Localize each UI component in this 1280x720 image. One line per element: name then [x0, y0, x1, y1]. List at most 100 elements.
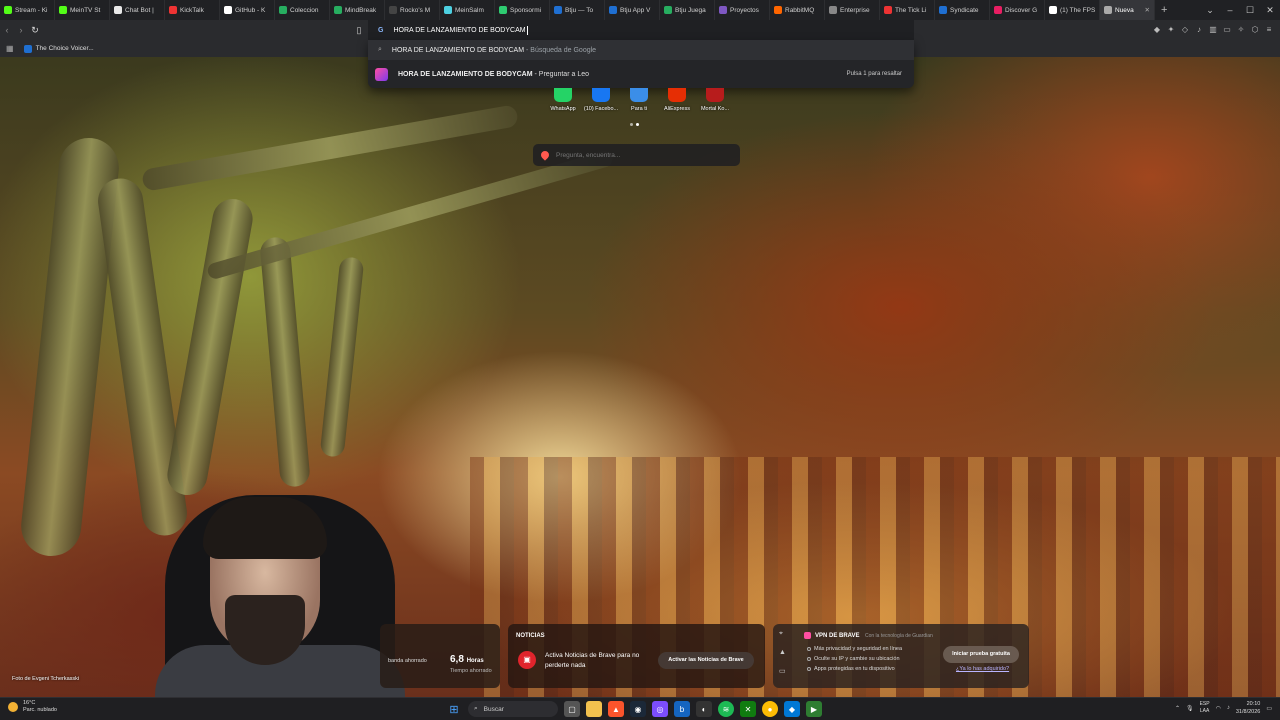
xbox-icon[interactable]: ✕ — [740, 701, 756, 717]
briefcase-icon[interactable]: ▭ — [779, 668, 787, 676]
tab-15[interactable]: Enterprise — [825, 0, 880, 20]
top-site-para-ti[interactable]: Para ti — [624, 88, 654, 112]
suggestion-hint: Pulsa 1 para resaltar — [846, 71, 902, 77]
tab-18[interactable]: Discover G — [990, 0, 1045, 20]
microphone-icon[interactable]: 🎙 — [1186, 705, 1194, 712]
tab-17[interactable]: Syndicate — [935, 0, 990, 20]
tab-12[interactable]: Btju Juega — [660, 0, 715, 20]
tab-favicon-icon — [59, 6, 67, 14]
tab-8[interactable]: MeinSalm — [440, 0, 495, 20]
obs-icon[interactable]: ◐ — [696, 701, 712, 717]
address-bar-text[interactable]: HORA DE LANZAMIENTO DE BODYCAM — [393, 27, 525, 34]
apps-grid-icon[interactable]: ▦ — [6, 44, 14, 53]
tab-favicon-icon — [664, 6, 672, 14]
webcam-overlay — [155, 485, 405, 720]
tab-5[interactable]: Coleccion — [275, 0, 330, 20]
warning-icon[interactable]: ▲ — [779, 649, 787, 657]
already-purchased-link[interactable]: ¿Ya lo has adquirido? — [956, 666, 1009, 672]
vscode-icon[interactable]: ◆ — [784, 701, 800, 717]
suggestion-query: HORA DE LANZAMIENTO DE BODYCAM — [398, 70, 533, 78]
maximize-icon[interactable]: ☐ — [1240, 5, 1260, 16]
vpn-icon[interactable]: ⬡ — [1250, 25, 1260, 35]
clock[interactable]: 20:10 31/8/2026 — [1236, 700, 1260, 716]
suggestion-google[interactable]: ⌕ HORA DE LANZAMIENTO DE BODYCAM - Búsqu… — [368, 40, 914, 60]
tab-4[interactable]: GitHub - K — [220, 0, 275, 20]
steam-icon[interactable]: ◉ — [630, 701, 646, 717]
tab-label: Coleccion — [290, 6, 319, 14]
minimize-icon[interactable]: – — [1220, 5, 1240, 15]
tab-favicon-icon — [939, 6, 947, 14]
play-icon[interactable]: ▶ — [806, 701, 822, 717]
top-sites: WhatsApp (10) Facebo... Para ti AliExpre… — [548, 88, 730, 112]
page-search-input[interactable] — [556, 151, 726, 159]
b-app-icon[interactable]: b — [674, 701, 690, 717]
taskbar-search[interactable]: ⌕ Buscar — [468, 701, 558, 717]
tab-20[interactable]: Nueva ✕ — [1100, 0, 1155, 20]
language-indicator[interactable]: ESP LAA — [1200, 701, 1210, 715]
suggestion-leo[interactable]: HORA DE LANZAMIENTO DE BODYCAM - Pregunt… — [368, 64, 914, 84]
activate-news-button[interactable]: Activar las Noticias de Brave — [658, 652, 754, 669]
tab-16[interactable]: The Tick Li — [880, 0, 935, 20]
vpn-bullet: Oculte su IP y cambie su ubicación — [814, 656, 900, 662]
sidebar-icon[interactable]: ▥ — [1208, 25, 1218, 35]
extension-icon[interactable]: ✦ — [1166, 25, 1176, 35]
page-dots[interactable] — [630, 123, 639, 126]
facebook-icon — [592, 88, 610, 102]
menu-icon[interactable]: ≡ — [1264, 25, 1274, 35]
tab-13[interactable]: Proyectos — [715, 0, 770, 20]
file-explorer-icon[interactable] — [586, 701, 602, 717]
top-site-facebook[interactable]: (10) Facebo... — [584, 88, 618, 112]
tab-close-icon[interactable]: ✕ — [1145, 6, 1150, 14]
tab-1[interactable]: MeinTV St — [55, 0, 110, 20]
wifi-icon[interactable]: ◠ — [1216, 705, 1221, 712]
bookmark-item[interactable]: The Choice Voicer... — [23, 44, 94, 53]
close-icon[interactable]: ✕ — [1260, 5, 1280, 16]
address-bar[interactable]: G HORA DE LANZAMIENTO DE BODYCAM — [368, 20, 914, 40]
weather-widget[interactable]: 16°C Parc. nublado — [8, 700, 57, 714]
music-icon[interactable]: ♪ — [1194, 25, 1204, 35]
tab-3[interactable]: KickTalk — [165, 0, 220, 20]
tab-14[interactable]: RabbitMQ — [770, 0, 825, 20]
search-icon: ⌕ — [474, 705, 478, 712]
photo-credit[interactable]: Foto de Evgeni Tcherkasski — [12, 676, 79, 682]
reload-icon[interactable]: ↻ — [28, 25, 42, 36]
wallet-icon[interactable]: ▭ — [1222, 25, 1232, 35]
tab-0[interactable]: Stream - Ki — [0, 0, 55, 20]
top-site-mortal-kombat[interactable]: Mortal Ko... — [700, 88, 730, 112]
bookmark-icon[interactable]: ▯ — [352, 25, 366, 36]
spotify-icon[interactable]: ≋ — [718, 701, 734, 717]
discord-icon[interactable]: ◎ — [652, 701, 668, 717]
tab-9[interactable]: Sponsormi — [495, 0, 550, 20]
tab-label: Syndicate — [950, 6, 979, 14]
vpn-logo-icon — [804, 632, 811, 639]
volume-icon[interactable]: ♪ — [1227, 705, 1230, 711]
tab-label: MeinSalm — [455, 6, 484, 14]
tab-11[interactable]: Btju App V — [605, 0, 660, 20]
chevron-up-icon[interactable]: ⌃ — [1175, 705, 1180, 712]
page-search-box[interactable] — [533, 144, 740, 166]
tab-19[interactable]: (1) The FPS — [1045, 0, 1100, 20]
new-tab-icon[interactable]: + — [1155, 4, 1173, 16]
notification-icon[interactable]: ▭ — [1266, 705, 1272, 712]
gem-icon[interactable]: ◇ — [1180, 25, 1190, 35]
brave-icon[interactable]: ▲ — [608, 701, 624, 717]
tab-favicon-icon — [1049, 6, 1057, 14]
top-site-whatsapp[interactable]: WhatsApp — [548, 88, 578, 112]
chrome-icon[interactable]: ● — [762, 701, 778, 717]
tab-10[interactable]: Btju — To — [550, 0, 605, 20]
tab-2[interactable]: Chat Bot | — [110, 0, 165, 20]
leo-icon[interactable]: ✧ — [1236, 25, 1246, 35]
chevron-down-icon[interactable]: ⌄ — [1200, 5, 1220, 16]
top-site-aliexpress[interactable]: AliExpress — [662, 88, 692, 112]
tab-label: Btju — To — [565, 6, 594, 14]
back-icon[interactable]: ‹ — [0, 25, 14, 35]
tab-6[interactable]: MindBreak — [330, 0, 385, 20]
tab-favicon-icon — [224, 6, 232, 14]
forward-icon[interactable]: › — [14, 25, 28, 35]
task-view-icon[interactable]: ▢ — [564, 701, 580, 717]
start-trial-button[interactable]: Iniciar prueba gratuita — [943, 646, 1019, 663]
tab-7[interactable]: Rocko's M — [385, 0, 440, 20]
windows-start-icon[interactable]: ⊞ — [446, 701, 462, 717]
pin-icon[interactable]: ⌖ — [779, 630, 787, 638]
brave-shields-icon[interactable]: ◆ — [1152, 25, 1162, 35]
